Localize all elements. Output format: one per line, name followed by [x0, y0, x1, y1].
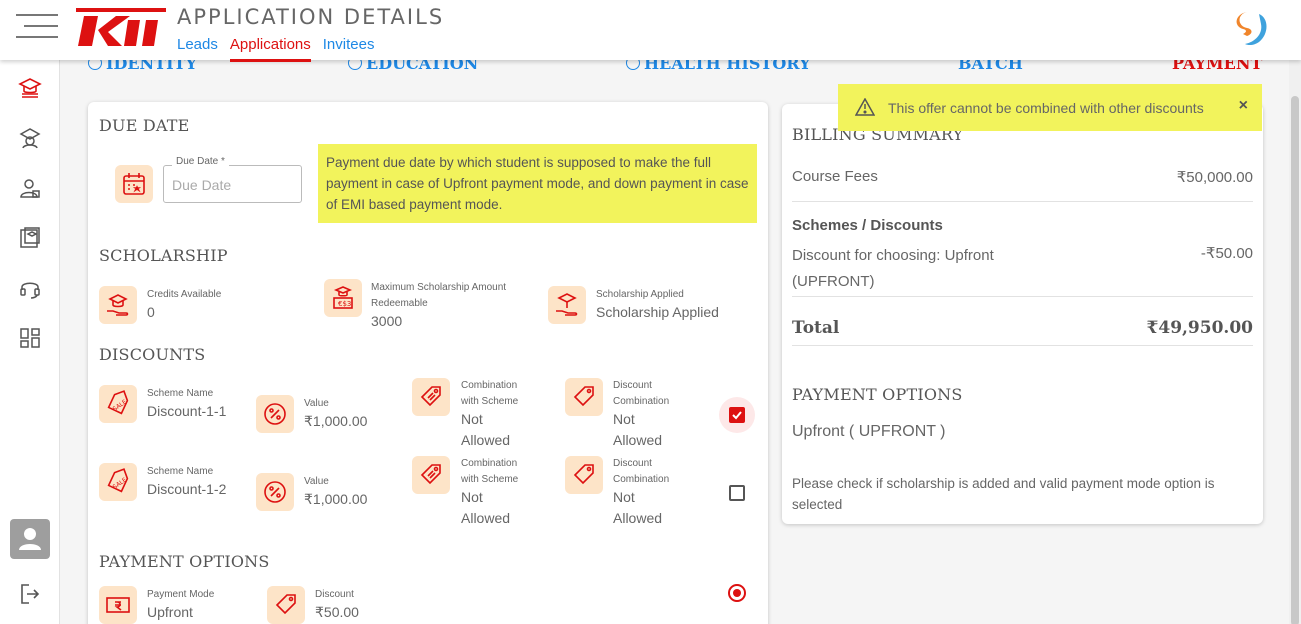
- percent-badge-icon: [256, 473, 294, 511]
- value-amount: ₹1,000.00: [304, 413, 368, 429]
- menu-icon[interactable]: [16, 14, 58, 38]
- payment-discount-label: Discount: [315, 589, 354, 600]
- avatar[interactable]: [10, 519, 50, 559]
- discount-combination-label: Discount Combination: [613, 380, 670, 407]
- scrollbar[interactable]: [1289, 60, 1301, 624]
- discount-checkbox-1[interactable]: [729, 407, 745, 423]
- rupee-note-icon: [99, 586, 137, 624]
- graduation-icon[interactable]: [18, 76, 42, 100]
- divider: [792, 296, 1253, 297]
- billing-summary-card: BILLING SUMMARY Course Fees ₹50,000.00 S…: [782, 104, 1263, 524]
- headset-icon[interactable]: [18, 276, 42, 300]
- due-date-title: DUE DATE: [99, 116, 190, 135]
- value-label: Value: [304, 476, 329, 487]
- due-date-note: Payment due date by which student is sup…: [318, 144, 757, 223]
- app-header: APPLICATION DETAILS Leads Applications I…: [0, 0, 1301, 62]
- calendar-icon: [115, 165, 153, 203]
- scheme-name-label: Scheme Name: [147, 388, 214, 399]
- svg-text:SALE: SALE: [112, 476, 129, 491]
- max-scholarship-label: Maximum Scholarship Amount Redeemable: [371, 282, 507, 309]
- kii-logo: [76, 6, 166, 50]
- scheme-name-label: Scheme Name: [147, 466, 214, 477]
- sidebar: [0, 60, 60, 624]
- payment-discount-value: ₹50.00: [315, 604, 359, 620]
- combination-scheme-label: Combination with Scheme: [461, 380, 519, 407]
- scholarship-title: SCHOLARSHIP: [99, 246, 228, 265]
- schemes-title: Schemes / Discounts: [792, 217, 943, 234]
- value-label: Value: [304, 398, 329, 409]
- scheme-name-value: Discount-1-1: [147, 403, 227, 419]
- discount-tag-icon: [565, 456, 603, 494]
- logout-icon[interactable]: [18, 582, 42, 606]
- payment-form-card: DUE DATE Due Date Due Date * Payment due…: [88, 102, 768, 624]
- sale-tag-icon: SALE: [99, 463, 137, 501]
- brand-icon: [1233, 8, 1273, 48]
- tab-applications[interactable]: Applications: [229, 36, 311, 62]
- svg-text:€$3: €$3: [338, 300, 351, 308]
- course-fees-value: ₹50,000.00: [1176, 169, 1253, 186]
- payment-option-value: Upfront ( UPFRONT ): [792, 423, 946, 440]
- combination-scheme-value: Not Allowed: [461, 411, 511, 448]
- scholarship-applied-label: Scholarship Applied: [596, 289, 684, 300]
- warning-toast: This offer cannot be combined with other…: [838, 84, 1262, 131]
- scholarship-credits-icon: [99, 286, 137, 324]
- billing-footnote: Please check if scholarship is added and…: [792, 476, 1215, 512]
- divider: [792, 201, 1253, 202]
- payment-options-title: PAYMENT OPTIONS: [99, 552, 270, 571]
- discount-tag-icon: [565, 378, 603, 416]
- total-value: ₹49,950.00: [1146, 318, 1253, 338]
- student-icon[interactable]: [18, 176, 42, 200]
- discount-combination-value: Not Allowed: [613, 411, 663, 448]
- payment-mode-label: Payment Mode: [147, 589, 215, 600]
- due-date-field[interactable]: Due Date: [163, 165, 302, 203]
- discount-tag-icon: [267, 586, 305, 624]
- scholarship-amount-icon: €$3: [324, 279, 362, 317]
- payment-mode-radio[interactable]: [728, 584, 746, 602]
- credits-value: 0: [147, 304, 155, 320]
- due-date-label: Due Date *: [172, 156, 229, 167]
- top-tabs: Leads Applications Invitees: [177, 36, 374, 62]
- discounts-title: DISCOUNTS: [99, 345, 206, 364]
- value-amount: ₹1,000.00: [304, 491, 368, 507]
- discount-label: Discount for choosing: Upfront (UPFRONT): [792, 247, 994, 290]
- divider: [792, 345, 1253, 346]
- scholarship-applied-value: Scholarship Applied: [596, 304, 719, 320]
- combination-scheme-value: Not Allowed: [461, 489, 511, 526]
- discount-checkbox-2[interactable]: [729, 485, 745, 501]
- scrollbar-thumb[interactable]: [1291, 96, 1299, 624]
- tab-invitees[interactable]: Invitees: [323, 36, 375, 62]
- scheme-tag-icon: [412, 378, 450, 416]
- payment-mode-value: Upfront: [147, 604, 193, 620]
- school-icon[interactable]: [18, 126, 42, 150]
- scheme-tag-icon: [412, 456, 450, 494]
- credits-label: Credits Available: [147, 289, 222, 300]
- close-icon[interactable]: ×: [1239, 97, 1248, 115]
- sale-tag-icon: SALE: [99, 385, 137, 423]
- grid-icon[interactable]: [18, 326, 42, 350]
- discount-combination-value: Not Allowed: [613, 489, 663, 526]
- warning-icon: [854, 97, 876, 116]
- svg-text:SALE: SALE: [112, 398, 129, 413]
- scheme-name-value: Discount-1-2: [147, 481, 227, 497]
- percent-badge-icon: [256, 395, 294, 433]
- page-title: APPLICATION DETAILS: [177, 5, 445, 29]
- max-scholarship-value: 3000: [371, 313, 403, 329]
- tab-leads[interactable]: Leads: [177, 36, 218, 62]
- combination-scheme-label: Combination with Scheme: [461, 458, 519, 485]
- scholarship-applied-icon: [548, 286, 586, 324]
- courses-icon[interactable]: [18, 226, 42, 250]
- discount-combination-label: Discount Combination: [613, 458, 670, 485]
- toast-message: This offer cannot be combined with other…: [888, 100, 1204, 116]
- billing-payment-options-title: PAYMENT OPTIONS: [792, 385, 963, 404]
- discount-value: -₹50.00: [1200, 245, 1253, 262]
